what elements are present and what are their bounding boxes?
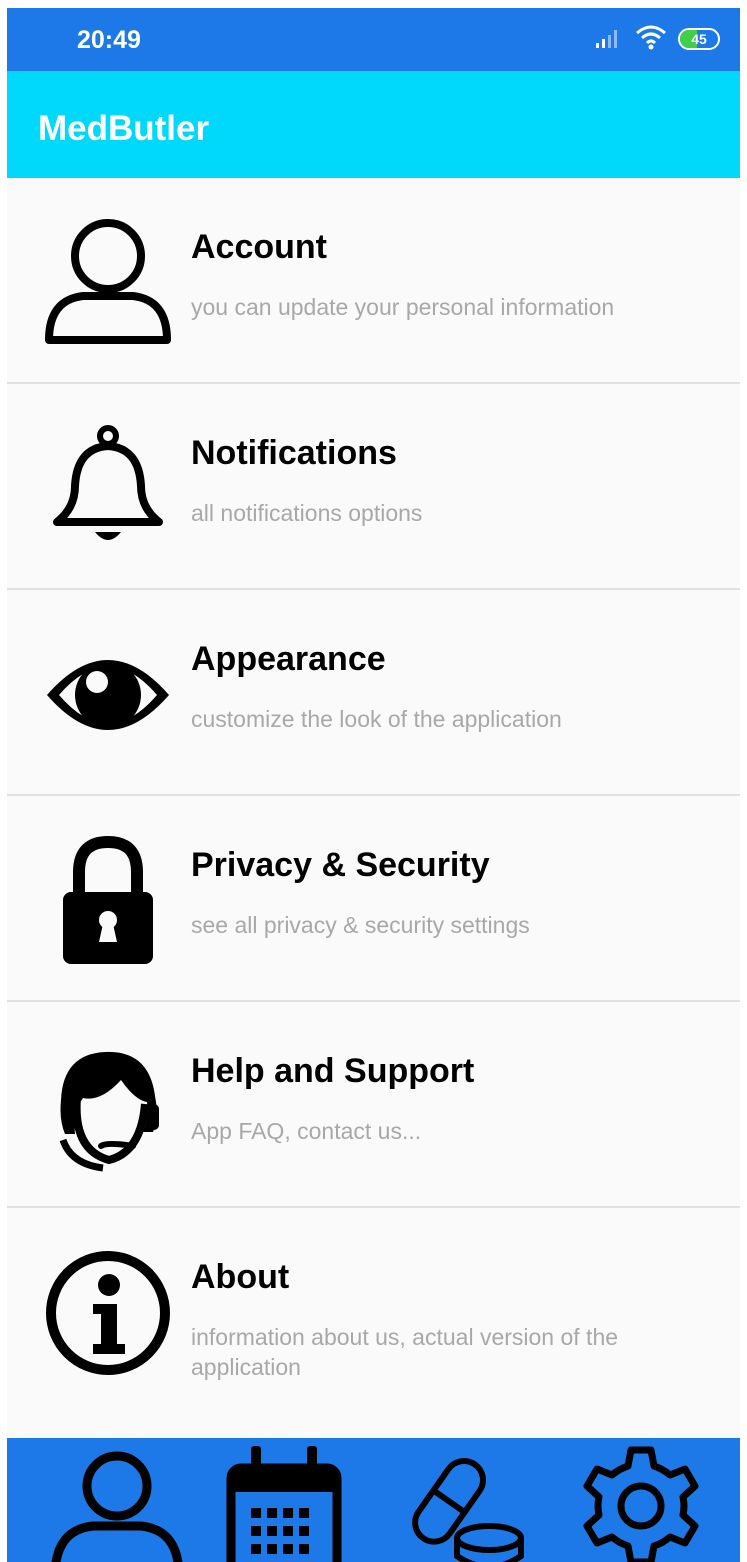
settings-item-help-support[interactable]: Help and Support App FAQ, contact us... bbox=[7, 1002, 740, 1208]
settings-item-appearance[interactable]: Appearance customize the look of the app… bbox=[7, 590, 740, 796]
signal-icon bbox=[594, 25, 624, 54]
item-description: you can update your personal information bbox=[191, 294, 615, 320]
status-icons: 45 bbox=[594, 22, 720, 56]
battery-level: 45 bbox=[691, 31, 707, 47]
support-agent-icon bbox=[43, 1042, 173, 1172]
wifi-icon bbox=[634, 23, 668, 56]
battery-icon: 45 bbox=[678, 28, 720, 50]
item-title: About bbox=[191, 1258, 290, 1296]
item-title: Notifications bbox=[191, 434, 397, 472]
app-title: MedButler bbox=[38, 109, 210, 148]
item-title: Help and Support bbox=[191, 1052, 475, 1090]
item-description: customize the look of the application bbox=[191, 706, 562, 732]
nav-medications-button[interactable] bbox=[397, 1446, 537, 1562]
item-title: Account bbox=[191, 228, 327, 266]
item-description: see all privacy & security settings bbox=[191, 912, 530, 938]
bottom-navigation bbox=[7, 1438, 740, 1562]
nav-profile-button[interactable] bbox=[47, 1446, 187, 1562]
settings-item-about[interactable]: About information about us, actual versi… bbox=[7, 1208, 740, 1438]
app-bar: MedButler bbox=[7, 71, 740, 178]
item-title: Appearance bbox=[191, 640, 386, 678]
item-description: App FAQ, contact us... bbox=[191, 1118, 422, 1144]
info-icon bbox=[43, 1248, 173, 1378]
item-description: information about us, actual version of … bbox=[191, 1324, 619, 1380]
item-description: all notifications options bbox=[191, 500, 423, 526]
nav-calendar-button[interactable] bbox=[215, 1446, 355, 1562]
settings-item-notifications[interactable]: Notifications all notifications options bbox=[7, 384, 740, 590]
person-icon bbox=[43, 218, 173, 348]
settings-item-privacy-security[interactable]: Privacy & Security see all privacy & sec… bbox=[7, 796, 740, 1002]
lock-icon bbox=[43, 835, 173, 966]
nav-settings-button[interactable] bbox=[575, 1446, 715, 1562]
settings-list: Account you can update your personal inf… bbox=[7, 178, 740, 1438]
item-title: Privacy & Security bbox=[191, 846, 490, 884]
eye-icon bbox=[43, 630, 173, 760]
bell-icon bbox=[43, 424, 173, 554]
status-bar: 20:49 45 bbox=[7, 8, 740, 71]
settings-item-account[interactable]: Account you can update your personal inf… bbox=[7, 178, 740, 384]
status-time: 20:49 bbox=[77, 26, 141, 54]
